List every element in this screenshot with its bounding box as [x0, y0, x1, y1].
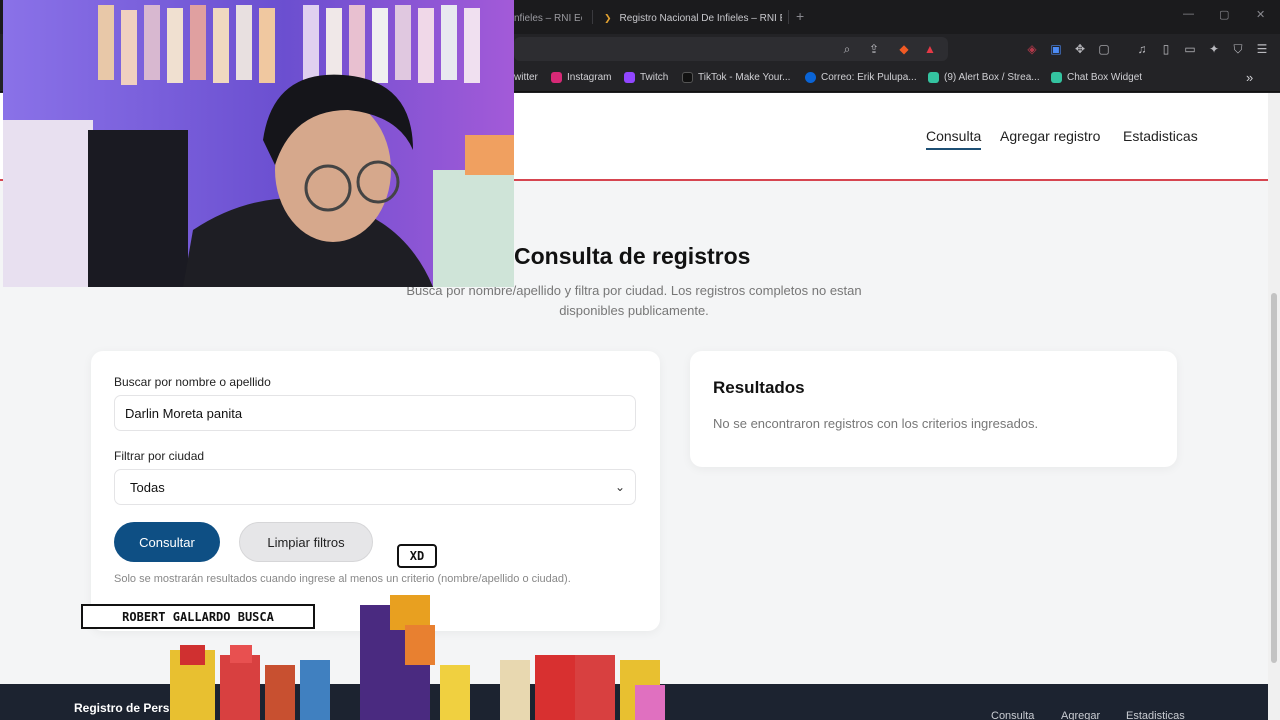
tab-separator: [788, 10, 789, 24]
page-scrollbar[interactable]: [1268, 93, 1280, 720]
bookmark-label: witter: [514, 71, 538, 83]
extension-icon[interactable]: ◈: [1024, 41, 1040, 57]
name-search-input[interactable]: Darlin Moreta panita: [114, 395, 636, 431]
brave-rewards-icon[interactable]: ▲: [922, 41, 938, 57]
bookmark-tiktok[interactable]: TikTok - Make Your...: [682, 69, 790, 85]
bookmarks-overflow-button[interactable]: »: [1246, 69, 1253, 85]
webcam-overlay: [3, 0, 514, 287]
outlook-icon: [805, 71, 816, 83]
bookmark-label: Instagram: [567, 71, 612, 83]
bookmark-chat-box[interactable]: Chat Box Widget: [1051, 69, 1142, 85]
sidebar-icon[interactable]: ▯: [1158, 41, 1174, 57]
search-form-card: Buscar por nombre o apellido Darlin More…: [91, 351, 660, 631]
wallet-icon[interactable]: ▭: [1182, 41, 1198, 57]
chat-bubble: XD: [397, 544, 437, 568]
media-icon[interactable]: ♫: [1134, 41, 1150, 57]
twitch-icon: [624, 71, 635, 83]
webcam-feed-image: [3, 0, 514, 287]
bookmark-label: Correo: Erik Pulupa...: [821, 71, 917, 83]
results-empty-message: No se encontraron registros con los crit…: [713, 416, 1039, 431]
tab-separator: [592, 10, 593, 24]
consultar-button[interactable]: Consultar: [114, 522, 220, 562]
tab-favicon-icon: ❯: [604, 12, 612, 23]
puzzle-icon[interactable]: ✥: [1072, 41, 1088, 57]
footer-link-consulta[interactable]: Consulta: [991, 710, 1034, 720]
tiktok-icon: [682, 71, 693, 83]
bookmark-correo[interactable]: Correo: Erik Pulupa...: [805, 69, 917, 85]
bookmark-alert-box[interactable]: (9) Alert Box / Strea...: [928, 69, 1040, 85]
tab-title: Registro Nacional De Infieles – RNI Ec: [619, 12, 782, 24]
footer-link-estadisticas[interactable]: Estadisticas: [1126, 710, 1185, 720]
streamlabs-icon: [928, 71, 939, 83]
chevron-right-icon: »: [1246, 69, 1254, 85]
brave-shield-icon[interactable]: ◆: [896, 41, 912, 57]
bookmark-label: (9) Alert Box / Strea...: [944, 71, 1040, 83]
browser-tab-active[interactable]: ❯ Registro Nacional De Infieles – RNI Ec: [604, 8, 782, 28]
results-title: Resultados: [713, 378, 805, 397]
city-select[interactable]: Todas ⌄: [114, 469, 636, 505]
maximize-button[interactable]: ▢: [1219, 8, 1229, 21]
instagram-icon: [551, 71, 562, 83]
results-card: Resultados No se encontraron registros c…: [690, 351, 1177, 467]
nav-agregar-registro[interactable]: Agregar registro: [1000, 128, 1100, 144]
nav-consulta[interactable]: Consulta: [926, 128, 982, 150]
tab-title: nfieles – RNI Ec: [514, 12, 582, 24]
bookmark-twitch[interactable]: Twitch: [624, 69, 668, 85]
streamlabs-icon: [1051, 71, 1062, 83]
leo-icon[interactable]: ✦: [1206, 41, 1222, 57]
close-window-button[interactable]: ✕: [1256, 8, 1265, 21]
city-field-label: Filtrar por ciudad: [114, 449, 205, 463]
vpn-icon[interactable]: ⛉: [1230, 41, 1246, 57]
bookmark-twitter[interactable]: witter: [514, 69, 538, 85]
city-select-value: Todas: [130, 479, 165, 495]
search-hint: Solo se mostrarán resultados cuando ingr…: [114, 573, 571, 585]
url-field[interactable]: [514, 37, 948, 61]
scrollbar-thumb[interactable]: [1271, 293, 1277, 663]
share-icon[interactable]: ⇪: [866, 41, 882, 57]
nav-estadisticas[interactable]: Estadisticas: [1123, 128, 1198, 144]
new-tab-button[interactable]: +: [796, 8, 804, 24]
minimize-button[interactable]: —: [1183, 8, 1194, 20]
chevron-down-icon: ⌄: [614, 480, 625, 494]
screenshot-icon[interactable]: ▢: [1096, 41, 1112, 57]
bookmark-label: TikTok - Make Your...: [698, 71, 791, 83]
translate-icon[interactable]: ▣: [1048, 41, 1064, 57]
pixel-characters-overlay: [170, 595, 665, 720]
footer-link-agregar[interactable]: Agregar: [1061, 710, 1100, 720]
menu-icon[interactable]: ☰: [1254, 41, 1270, 57]
browser-tab[interactable]: nfieles – RNI Ec: [514, 8, 582, 28]
page-title: Consulta de registros: [514, 243, 751, 269]
page-subtitle: Busca por nombre/apellido y filtra por c…: [406, 283, 862, 318]
zoom-icon[interactable]: ⌕: [839, 41, 855, 57]
footer-brand: Registro de Pers: [74, 701, 170, 715]
limpiar-filtros-button[interactable]: Limpiar filtros: [239, 522, 373, 562]
bookmark-instagram[interactable]: Instagram: [551, 69, 611, 85]
bookmark-label: Twitch: [640, 71, 669, 83]
bookmark-label: Chat Box Widget: [1067, 71, 1143, 83]
name-field-label: Buscar por nombre o apellido: [114, 375, 271, 389]
